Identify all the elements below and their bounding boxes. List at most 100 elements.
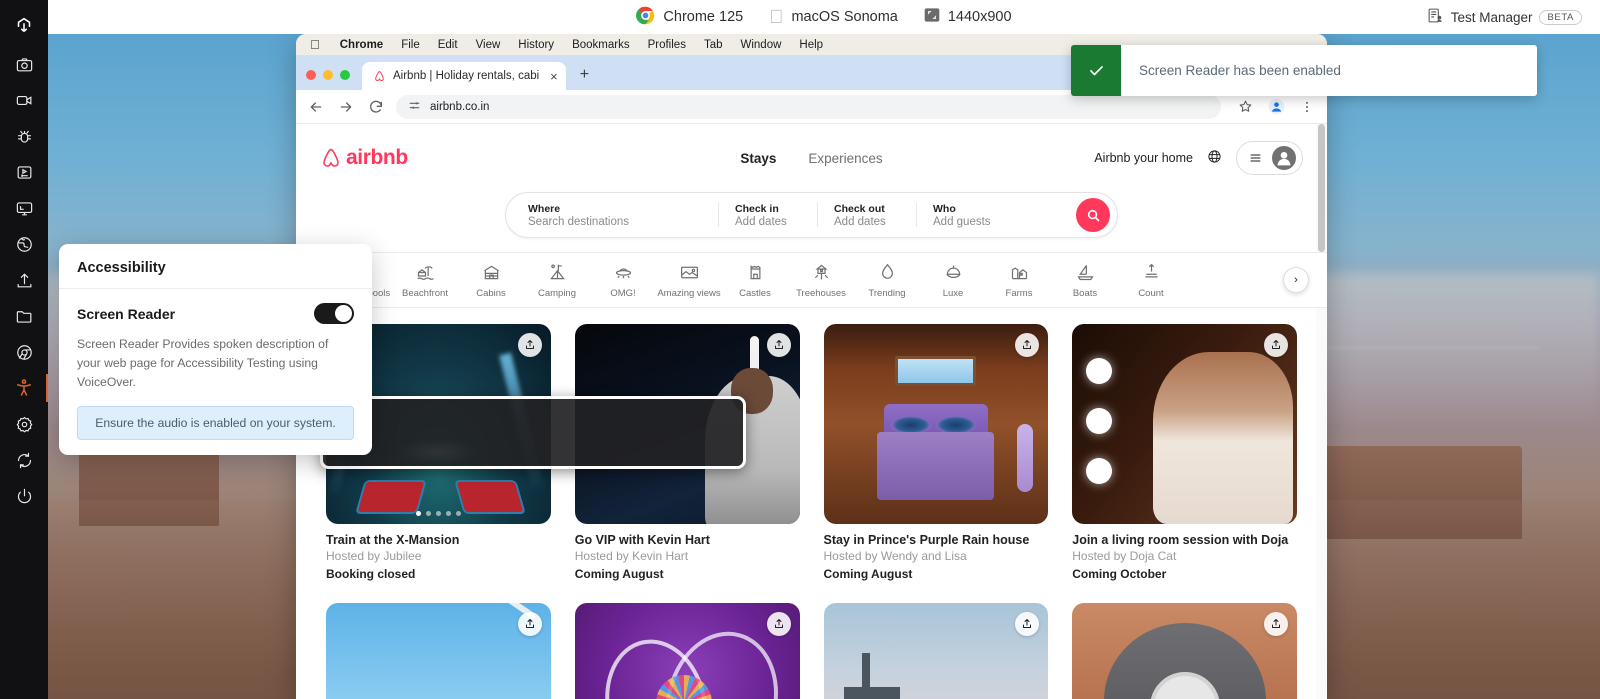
thumb-art bbox=[861, 653, 870, 699]
accessibility-icon[interactable] bbox=[0, 370, 48, 406]
test-manager-entry[interactable]: Test Manager BETA bbox=[1427, 7, 1582, 27]
menu-chrome[interactable]: Chrome bbox=[340, 39, 383, 51]
reload-button[interactable] bbox=[366, 97, 386, 117]
share-icon[interactable] bbox=[766, 612, 791, 636]
kebab-menu-icon[interactable] bbox=[1297, 97, 1317, 117]
who-label: Who bbox=[933, 202, 956, 215]
category-trending[interactable]: Trending bbox=[854, 262, 920, 299]
new-tab-button[interactable]: + bbox=[580, 66, 589, 84]
airbnb-search-wrap: Where Search destinations Check in Add d… bbox=[296, 192, 1327, 252]
settings-gear-icon[interactable] bbox=[0, 406, 48, 442]
share-icon[interactable] bbox=[1264, 612, 1288, 636]
category-beachfront[interactable]: Beachfront bbox=[392, 262, 458, 299]
bug-report-icon[interactable] bbox=[0, 118, 48, 154]
airbnb-user-menu[interactable] bbox=[1236, 141, 1303, 175]
listing-card[interactable]: Stay in Prince's Purple Rain house Hoste… bbox=[823, 324, 1049, 581]
listing-card[interactable]: Join a living room session with Doja Hos… bbox=[1072, 324, 1297, 581]
menu-profiles[interactable]: Profiles bbox=[648, 39, 686, 51]
menu-history[interactable]: History bbox=[518, 39, 554, 51]
folder-icon[interactable] bbox=[0, 298, 48, 334]
category-farms[interactable]: Farms bbox=[986, 262, 1052, 299]
listing-card[interactable] bbox=[326, 603, 551, 699]
category-cabins[interactable]: Cabins bbox=[458, 262, 524, 299]
category-boats[interactable]: Boats bbox=[1052, 262, 1118, 299]
browser-tab[interactable]: Airbnb | Holiday rentals, cabi × bbox=[362, 62, 566, 90]
power-stop-icon[interactable] bbox=[0, 478, 48, 514]
playback-icon[interactable] bbox=[0, 154, 48, 190]
address-bar[interactable]: airbnb.co.in bbox=[396, 94, 1221, 119]
share-icon[interactable] bbox=[517, 333, 542, 357]
listing-thumbnail[interactable] bbox=[823, 603, 1049, 699]
search-button[interactable] bbox=[1076, 198, 1110, 232]
airbnb-your-home-link[interactable]: Airbnb your home bbox=[1094, 151, 1193, 165]
notification-toast[interactable]: Screen Reader has been enabled bbox=[1071, 45, 1537, 96]
star-icon[interactable] bbox=[1235, 97, 1255, 117]
share-icon[interactable] bbox=[766, 333, 791, 357]
forward-button[interactable] bbox=[336, 97, 356, 117]
listing-thumbnail[interactable] bbox=[574, 603, 800, 699]
menu-window[interactable]: Window bbox=[741, 39, 782, 51]
tab-close-icon[interactable]: × bbox=[550, 69, 558, 84]
cabin-icon bbox=[483, 265, 499, 279]
tab-experiences[interactable]: Experiences bbox=[808, 151, 882, 166]
tab-stays[interactable]: Stays bbox=[740, 151, 776, 166]
tune-icon[interactable] bbox=[408, 99, 421, 115]
airbnb-logo[interactable]: airbnb bbox=[320, 146, 408, 170]
screenshot-camera-icon[interactable] bbox=[0, 46, 48, 82]
page-scrollbar-thumb[interactable] bbox=[1318, 124, 1325, 252]
category-castles[interactable]: Castles bbox=[722, 262, 788, 299]
listing-card[interactable] bbox=[574, 603, 800, 699]
checkin-value[interactable]: Add dates bbox=[735, 216, 801, 228]
maximize-window-button[interactable] bbox=[340, 70, 350, 80]
category-countryside[interactable]: Count bbox=[1118, 262, 1184, 299]
device-screen-icon[interactable] bbox=[0, 190, 48, 226]
category-camping[interactable]: Camping bbox=[524, 262, 590, 299]
close-window-button[interactable] bbox=[306, 70, 316, 80]
back-button[interactable] bbox=[306, 97, 326, 117]
share-icon[interactable] bbox=[1015, 333, 1040, 357]
search-who[interactable]: Who Add guests bbox=[917, 203, 1067, 228]
airbnb-searchbar[interactable]: Where Search destinations Check in Add d… bbox=[505, 192, 1118, 238]
beach-icon bbox=[416, 265, 434, 280]
checkout-value[interactable]: Add dates bbox=[834, 216, 900, 228]
menu-file[interactable]: File bbox=[401, 39, 420, 51]
category-label: Beachfront bbox=[402, 287, 448, 299]
listing-card[interactable] bbox=[823, 603, 1049, 699]
video-record-icon[interactable] bbox=[0, 82, 48, 118]
minimize-window-button[interactable] bbox=[323, 70, 333, 80]
menu-tab[interactable]: Tab bbox=[704, 39, 723, 51]
window-traffic-lights[interactable] bbox=[306, 70, 350, 90]
listing-card[interactable] bbox=[1072, 603, 1297, 699]
tent-icon bbox=[549, 264, 565, 279]
share-icon[interactable] bbox=[1015, 612, 1040, 636]
menu-view[interactable]: View bbox=[476, 39, 501, 51]
globe-icon[interactable] bbox=[1207, 149, 1222, 167]
share-icon[interactable] bbox=[1264, 333, 1288, 357]
screen-reader-toggle[interactable] bbox=[314, 303, 354, 324]
search-where[interactable]: Where Search destinations bbox=[506, 203, 718, 228]
category-luxe[interactable]: Luxe bbox=[920, 262, 986, 299]
share-icon[interactable] bbox=[517, 612, 542, 636]
listing-thumbnail[interactable] bbox=[1072, 324, 1297, 524]
where-input[interactable]: Search destinations bbox=[528, 216, 702, 228]
category-omg[interactable]: OMG! bbox=[590, 262, 656, 299]
menu-edit[interactable]: Edit bbox=[438, 39, 458, 51]
menu-bookmarks[interactable]: Bookmarks bbox=[572, 39, 630, 51]
carousel-dots[interactable] bbox=[326, 511, 551, 516]
listing-thumbnail[interactable] bbox=[823, 324, 1049, 524]
listing-thumbnail[interactable] bbox=[1072, 603, 1297, 699]
category-next-button[interactable]: › bbox=[1283, 267, 1309, 293]
upload-icon[interactable] bbox=[0, 262, 48, 298]
category-treehouses[interactable]: Treehouses bbox=[788, 262, 854, 299]
network-globe-icon[interactable] bbox=[0, 226, 48, 262]
search-checkin[interactable]: Check in Add dates bbox=[719, 203, 817, 228]
browserstack-logo[interactable] bbox=[0, 6, 48, 46]
menu-help[interactable]: Help bbox=[799, 39, 823, 51]
who-value[interactable]: Add guests bbox=[933, 216, 1051, 228]
listing-thumbnail[interactable] bbox=[326, 603, 551, 699]
category-amazing-views[interactable]: Amazing views bbox=[656, 262, 722, 299]
search-checkout[interactable]: Check out Add dates bbox=[818, 203, 916, 228]
switch-session-icon[interactable] bbox=[0, 442, 48, 478]
chrome-devtools-icon[interactable] bbox=[0, 334, 48, 370]
profile-icon[interactable] bbox=[1266, 97, 1286, 117]
